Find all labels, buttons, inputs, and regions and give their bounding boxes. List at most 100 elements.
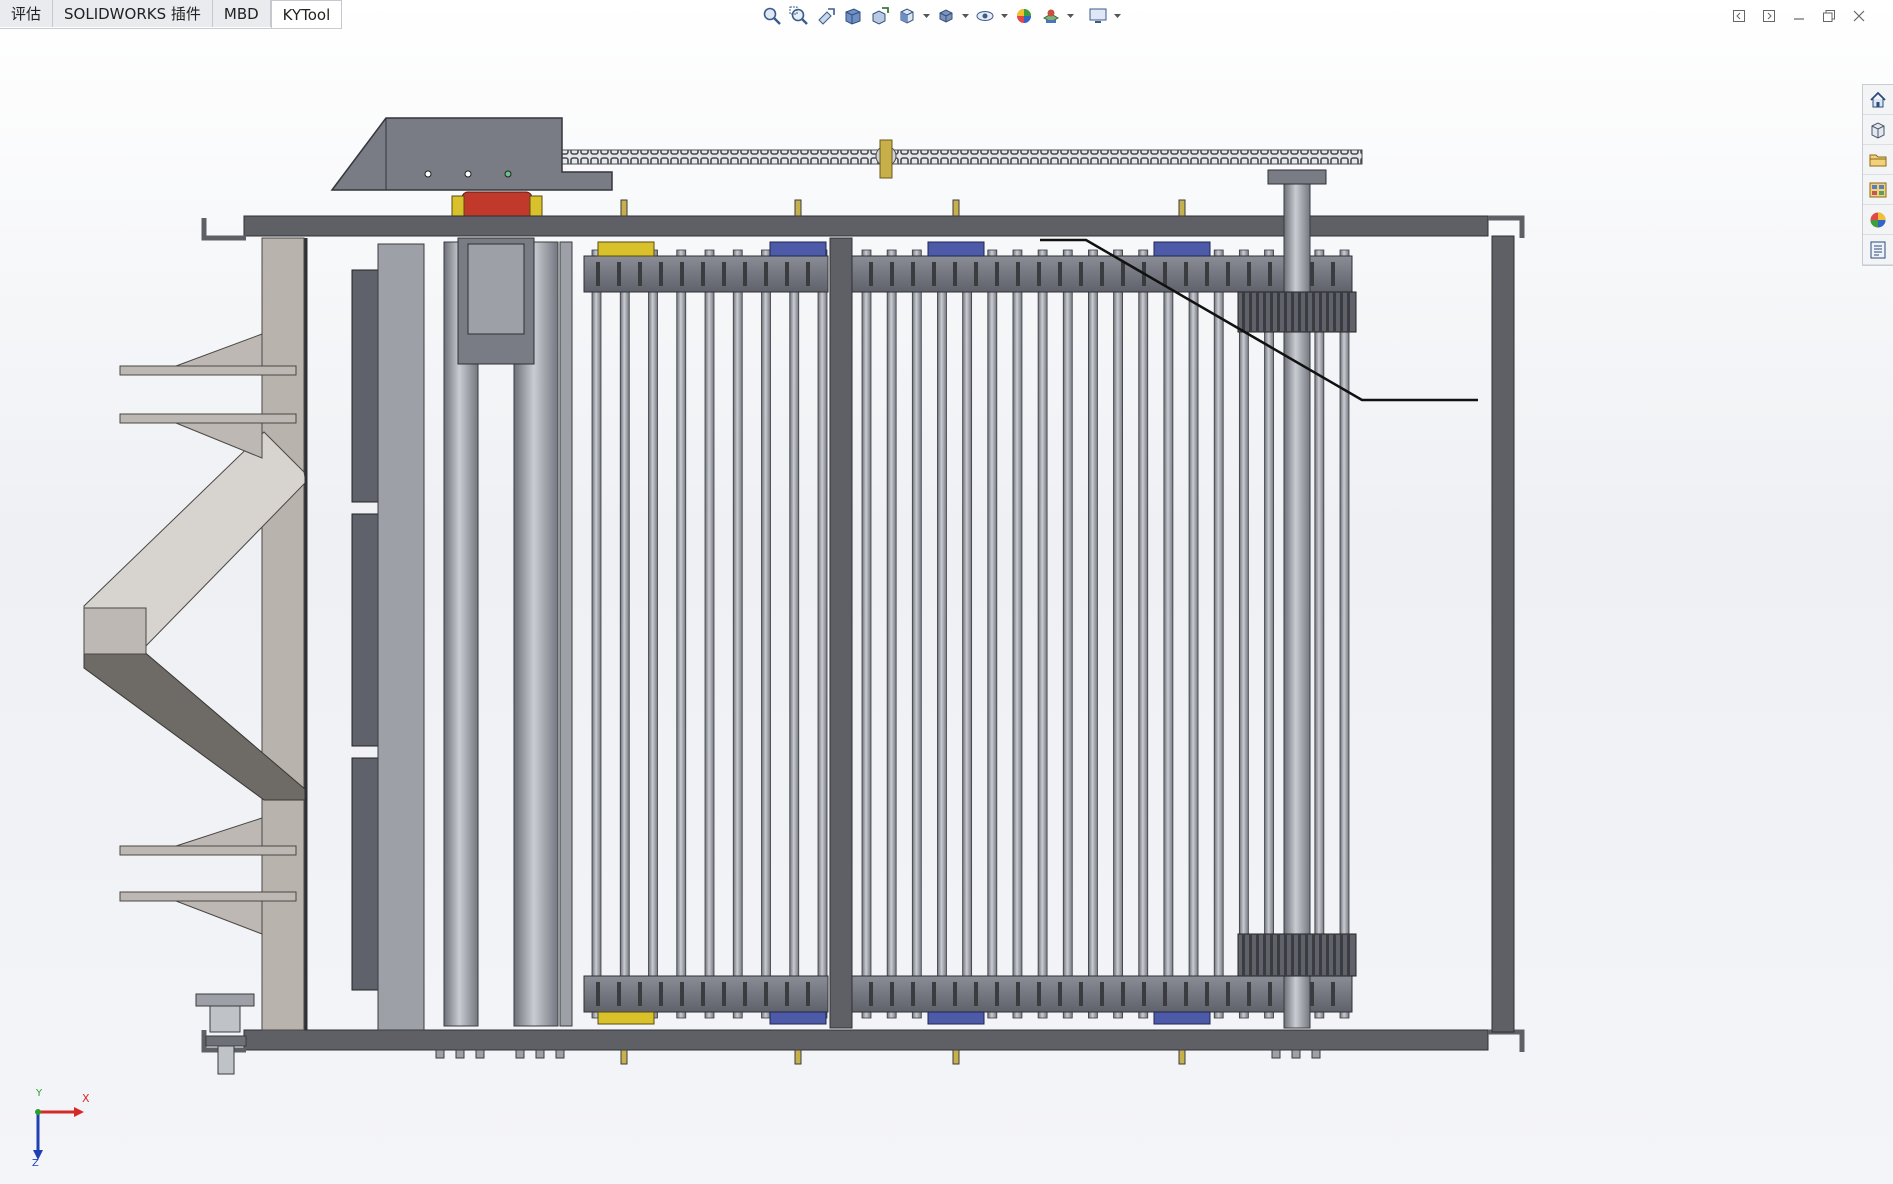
window-controls <box>1727 5 1871 27</box>
plate-slot <box>995 982 999 1006</box>
plate-slot <box>1226 982 1230 1006</box>
roller-tube <box>1339 249 1350 1019</box>
gear-tooth <box>1242 934 1245 976</box>
frame-right-post[interactable] <box>1491 235 1515 1033</box>
bolt <box>620 1049 628 1065</box>
roller-tube <box>1188 249 1199 1019</box>
gear-tooth <box>1242 292 1245 332</box>
zoom-to-fit-icon[interactable] <box>760 5 784 27</box>
tab-kytool[interactable]: KYTool <box>270 0 343 28</box>
hide-show-dropdown-icon[interactable] <box>1000 5 1009 27</box>
roller-bank-right[interactable] <box>861 249 1350 1019</box>
zoom-to-area-icon[interactable] <box>787 5 811 27</box>
side-bracket-panel[interactable] <box>261 237 305 1031</box>
plate-slot <box>1079 982 1083 1006</box>
nut <box>1311 1049 1321 1059</box>
gear-tooth <box>1256 934 1259 976</box>
roller-tube <box>1088 249 1098 1019</box>
roller-tube <box>619 249 630 1019</box>
plate-slot <box>911 262 915 286</box>
plate-slot <box>617 262 621 286</box>
plate-slot <box>1142 982 1146 1006</box>
tab-solidworks-addins[interactable]: SOLIDWORKS 插件 <box>53 0 213 27</box>
bolt <box>1178 1049 1186 1065</box>
plate-slot <box>1184 982 1188 1006</box>
gear-tooth <box>1312 292 1315 332</box>
plate-slot <box>932 262 936 286</box>
roller-bank-left[interactable] <box>591 249 828 1019</box>
dynamic-annotation-view-icon[interactable] <box>868 5 892 27</box>
plate-slot <box>701 262 705 286</box>
roller-tube <box>1138 249 1149 1019</box>
plate-slot <box>869 262 873 286</box>
roller-tube <box>1113 249 1123 1019</box>
restore-right-icon[interactable] <box>1757 5 1781 27</box>
apply-scene-dropdown-icon[interactable] <box>1066 5 1075 27</box>
roller-tube <box>1012 249 1023 1019</box>
restore-left-icon[interactable] <box>1727 5 1751 27</box>
roller-tube <box>1037 249 1048 1019</box>
plate-slot <box>743 262 747 286</box>
plate-slot <box>806 982 810 1006</box>
view-orientation-icon[interactable] <box>895 5 919 27</box>
previous-view-icon[interactable] <box>814 5 838 27</box>
gear-tooth <box>1305 934 1308 976</box>
nut <box>515 1049 525 1059</box>
section-view-icon[interactable] <box>841 5 865 27</box>
gear-tooth <box>1256 292 1259 332</box>
maximize-icon[interactable] <box>1817 5 1841 27</box>
nut <box>555 1049 565 1059</box>
plate-slot <box>764 982 768 1006</box>
gear-tooth <box>1270 934 1273 976</box>
tab-evaluate[interactable]: 评估 <box>0 0 54 27</box>
plate-slot <box>1205 982 1209 1006</box>
hide-show-items-icon[interactable] <box>973 5 997 27</box>
view-settings-icon[interactable] <box>1086 5 1110 27</box>
apply-scene-icon[interactable] <box>1039 5 1063 27</box>
gear-tooth <box>1319 934 1322 976</box>
gear-tooth <box>1263 934 1266 976</box>
upper-gear[interactable] <box>1237 291 1357 333</box>
triad-x-label: X <box>82 1092 90 1105</box>
center-divider-post[interactable] <box>829 237 853 1029</box>
plate-slot <box>1037 982 1041 1006</box>
motor-red-coupling[interactable] <box>461 191 533 219</box>
frame-bottom-beam[interactable] <box>243 1029 1489 1051</box>
plate-slot <box>764 262 768 286</box>
roller-tube <box>886 249 897 1019</box>
plate-slot <box>785 262 789 286</box>
gear-tooth <box>1249 292 1252 332</box>
view-settings-dropdown-icon[interactable] <box>1113 5 1122 27</box>
plate-slot <box>1079 262 1083 286</box>
bolt <box>1178 199 1186 217</box>
minimize-icon[interactable] <box>1787 5 1811 27</box>
plate-slot <box>1163 262 1167 286</box>
gear-tooth <box>1298 934 1301 976</box>
close-icon[interactable] <box>1847 5 1871 27</box>
plate-slot <box>596 262 600 286</box>
triad-z-label: Z <box>32 1158 39 1169</box>
plate-slot <box>974 982 978 1006</box>
gear-tooth <box>1347 292 1350 332</box>
drive-chain[interactable] <box>555 149 1363 165</box>
roller-tube <box>648 249 658 1019</box>
plate-slot <box>869 982 873 1006</box>
gear-tooth <box>1277 934 1280 976</box>
graphics-area[interactable] <box>0 28 1893 1184</box>
plate-slot <box>1310 262 1314 286</box>
plate-slot <box>1331 262 1335 286</box>
display-style-icon[interactable] <box>934 5 958 27</box>
nut <box>1291 1049 1301 1059</box>
roller-tube <box>1238 249 1249 1019</box>
roller-tube <box>591 249 602 1019</box>
tab-mbd[interactable]: MBD <box>212 0 271 27</box>
plate-slot <box>911 982 915 1006</box>
view-orientation-dropdown-icon[interactable] <box>922 5 931 27</box>
plate-slot <box>953 262 957 286</box>
display-style-dropdown-icon[interactable] <box>961 5 970 27</box>
plate-slot <box>722 262 726 286</box>
edit-appearance-icon[interactable] <box>1012 5 1036 27</box>
gear-tooth <box>1305 292 1308 332</box>
lower-gear[interactable] <box>1237 933 1357 977</box>
roller-tube <box>987 249 998 1019</box>
